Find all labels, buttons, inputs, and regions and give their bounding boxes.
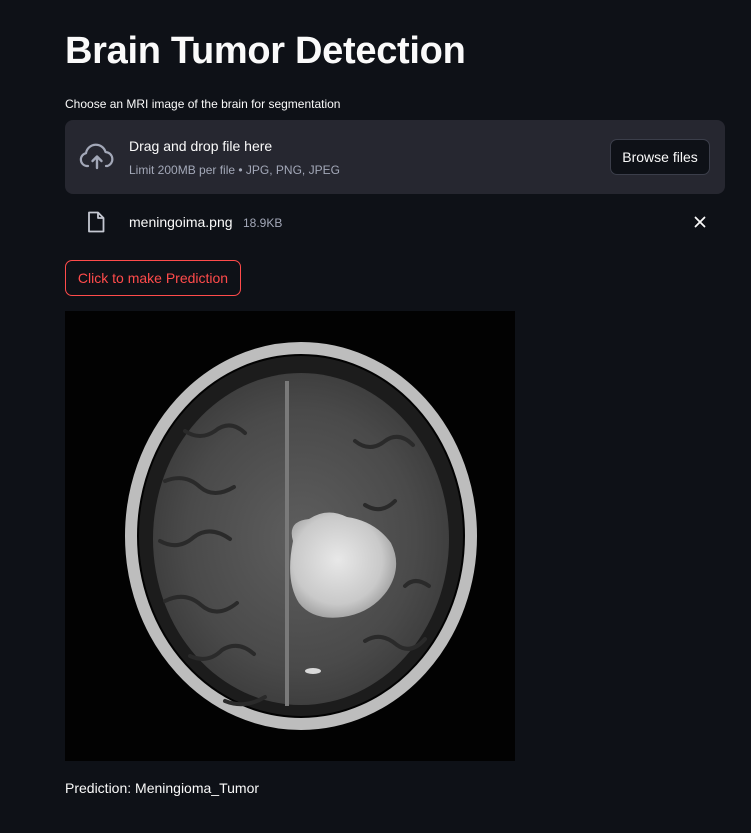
uploader-label: Choose an MRI image of the brain for seg… <box>65 97 341 111</box>
file-icon <box>88 211 105 233</box>
browse-files-button[interactable]: Browse files <box>610 139 710 175</box>
cloud-upload-icon <box>79 143 114 170</box>
close-icon[interactable] <box>692 214 708 230</box>
uploaded-file-name: meningoima.png <box>129 214 233 230</box>
uploaded-file-row: meningoima.png 18.9KB <box>65 204 725 240</box>
file-dropzone[interactable]: Drag and drop file here Limit 200MB per … <box>65 120 725 194</box>
prediction-result: Prediction: Meningioma_Tumor <box>65 780 260 796</box>
dropzone-instructions: Drag and drop file here <box>129 138 273 154</box>
dropzone-limits: Limit 200MB per file • JPG, PNG, JPEG <box>129 163 340 177</box>
predict-button[interactable]: Click to make Prediction <box>65 260 241 296</box>
mri-image <box>65 311 515 761</box>
page-title: Brain Tumor Detection <box>65 30 466 72</box>
uploaded-file-size: 18.9KB <box>243 216 283 230</box>
